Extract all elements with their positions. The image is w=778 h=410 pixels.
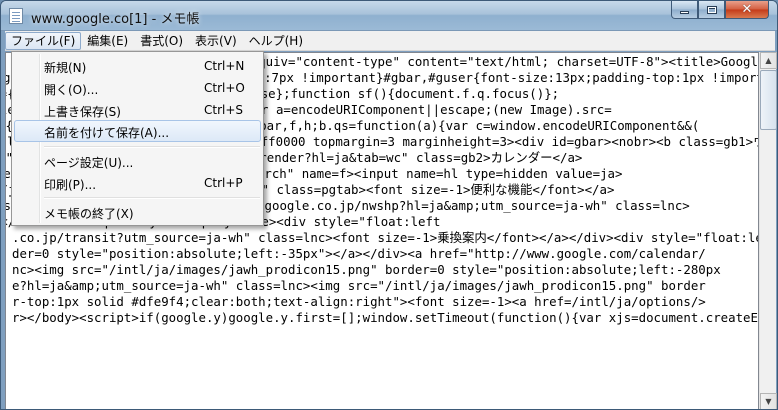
- menu-item-label: 印刷(P)...: [44, 178, 97, 192]
- editor-line: r></body><script>if(google.y)google.y.fi…: [12, 310, 759, 325]
- vertical-scrollbar[interactable]: ▲ ▼: [759, 52, 777, 409]
- menu-item-shortcut: Ctrl+P: [204, 176, 243, 190]
- maximize-button[interactable]: [698, 1, 725, 19]
- menu-item-print[interactable]: 印刷(P)... Ctrl+P: [14, 172, 261, 194]
- editor-line: e?hl=ja&amp;utm_source=ja-wh" class=lnc>…: [12, 278, 706, 293]
- menu-item-label: 上書き保存(S): [44, 105, 121, 119]
- menu-file[interactable]: ファイル(F): [5, 31, 82, 50]
- notepad-app-icon[interactable]: [9, 8, 23, 24]
- menu-item-shortcut: Ctrl+O: [204, 81, 245, 95]
- file-menu-dropdown: 新規(N) Ctrl+N 開く(O)... Ctrl+O 上書き保存(S) Ct…: [11, 51, 264, 226]
- menu-view[interactable]: 表示(V): [189, 32, 243, 50]
- close-button[interactable]: ✕: [725, 1, 769, 19]
- menu-item-page-setup[interactable]: ページ設定(U)...: [14, 150, 261, 172]
- arrow-up-icon: ▲: [765, 56, 772, 65]
- close-icon: ✕: [741, 2, 753, 17]
- menu-item-save-as[interactable]: 名前を付けて保存(A)...: [14, 120, 261, 142]
- scroll-up-button[interactable]: ▲: [760, 52, 777, 69]
- menu-edit[interactable]: 編集(E): [81, 32, 134, 50]
- menu-item-label: 開く(O)...: [44, 83, 99, 97]
- editor-line: r-top:1px solid #dfe9f4;clear:both;text-…: [12, 294, 706, 309]
- caption-buttons: ✕: [671, 1, 769, 19]
- scroll-thumb[interactable]: [760, 70, 777, 130]
- scroll-down-button[interactable]: ▼: [760, 393, 777, 409]
- menu-item-exit[interactable]: メモ帳の終了(X): [14, 201, 261, 223]
- menu-item-label: ページ設定(U)...: [44, 156, 134, 170]
- menu-separator: [44, 146, 260, 148]
- arrow-down-icon: ▼: [765, 397, 772, 406]
- menu-item-save[interactable]: 上書き保存(S) Ctrl+S: [14, 99, 261, 121]
- minimize-icon: [680, 11, 689, 14]
- menu-item-open[interactable]: 開く(O)... Ctrl+O: [14, 77, 261, 99]
- menu-bar: ファイル(F) 編集(E) 書式(O) 表示(V) ヘルプ(H): [5, 31, 775, 51]
- menu-item-shortcut: Ctrl+S: [204, 103, 244, 117]
- title-bar[interactable]: www.google.co[1] - メモ帳 ✕: [1, 1, 777, 31]
- menu-separator: [44, 197, 260, 199]
- menu-item-new[interactable]: 新規(N) Ctrl+N: [14, 55, 261, 77]
- menu-item-label: 名前を付けて保存(A)...: [44, 126, 170, 140]
- notepad-window: www.google.co[1] - メモ帳 ✕ ファイル(F) 編集(E) 書…: [0, 0, 778, 410]
- menu-help[interactable]: ヘルプ(H): [243, 32, 309, 50]
- editor-line: der=0 style="position:absolute;left:-35p…: [12, 246, 706, 261]
- menu-item-shortcut: Ctrl+N: [204, 59, 245, 73]
- menu-item-label: 新規(N): [44, 61, 87, 75]
- minimize-button[interactable]: [671, 1, 698, 19]
- menu-item-label: メモ帳の終了(X): [44, 207, 134, 221]
- editor-line: nc><img src="/intl/ja/images/jawh_prodic…: [12, 262, 721, 277]
- window-title: www.google.co[1] - メモ帳: [31, 12, 200, 27]
- editor-line: .co.jp/transit?utm_source=ja-wh" class=l…: [12, 230, 759, 245]
- maximize-icon: [706, 5, 717, 14]
- menu-format[interactable]: 書式(O): [134, 32, 189, 50]
